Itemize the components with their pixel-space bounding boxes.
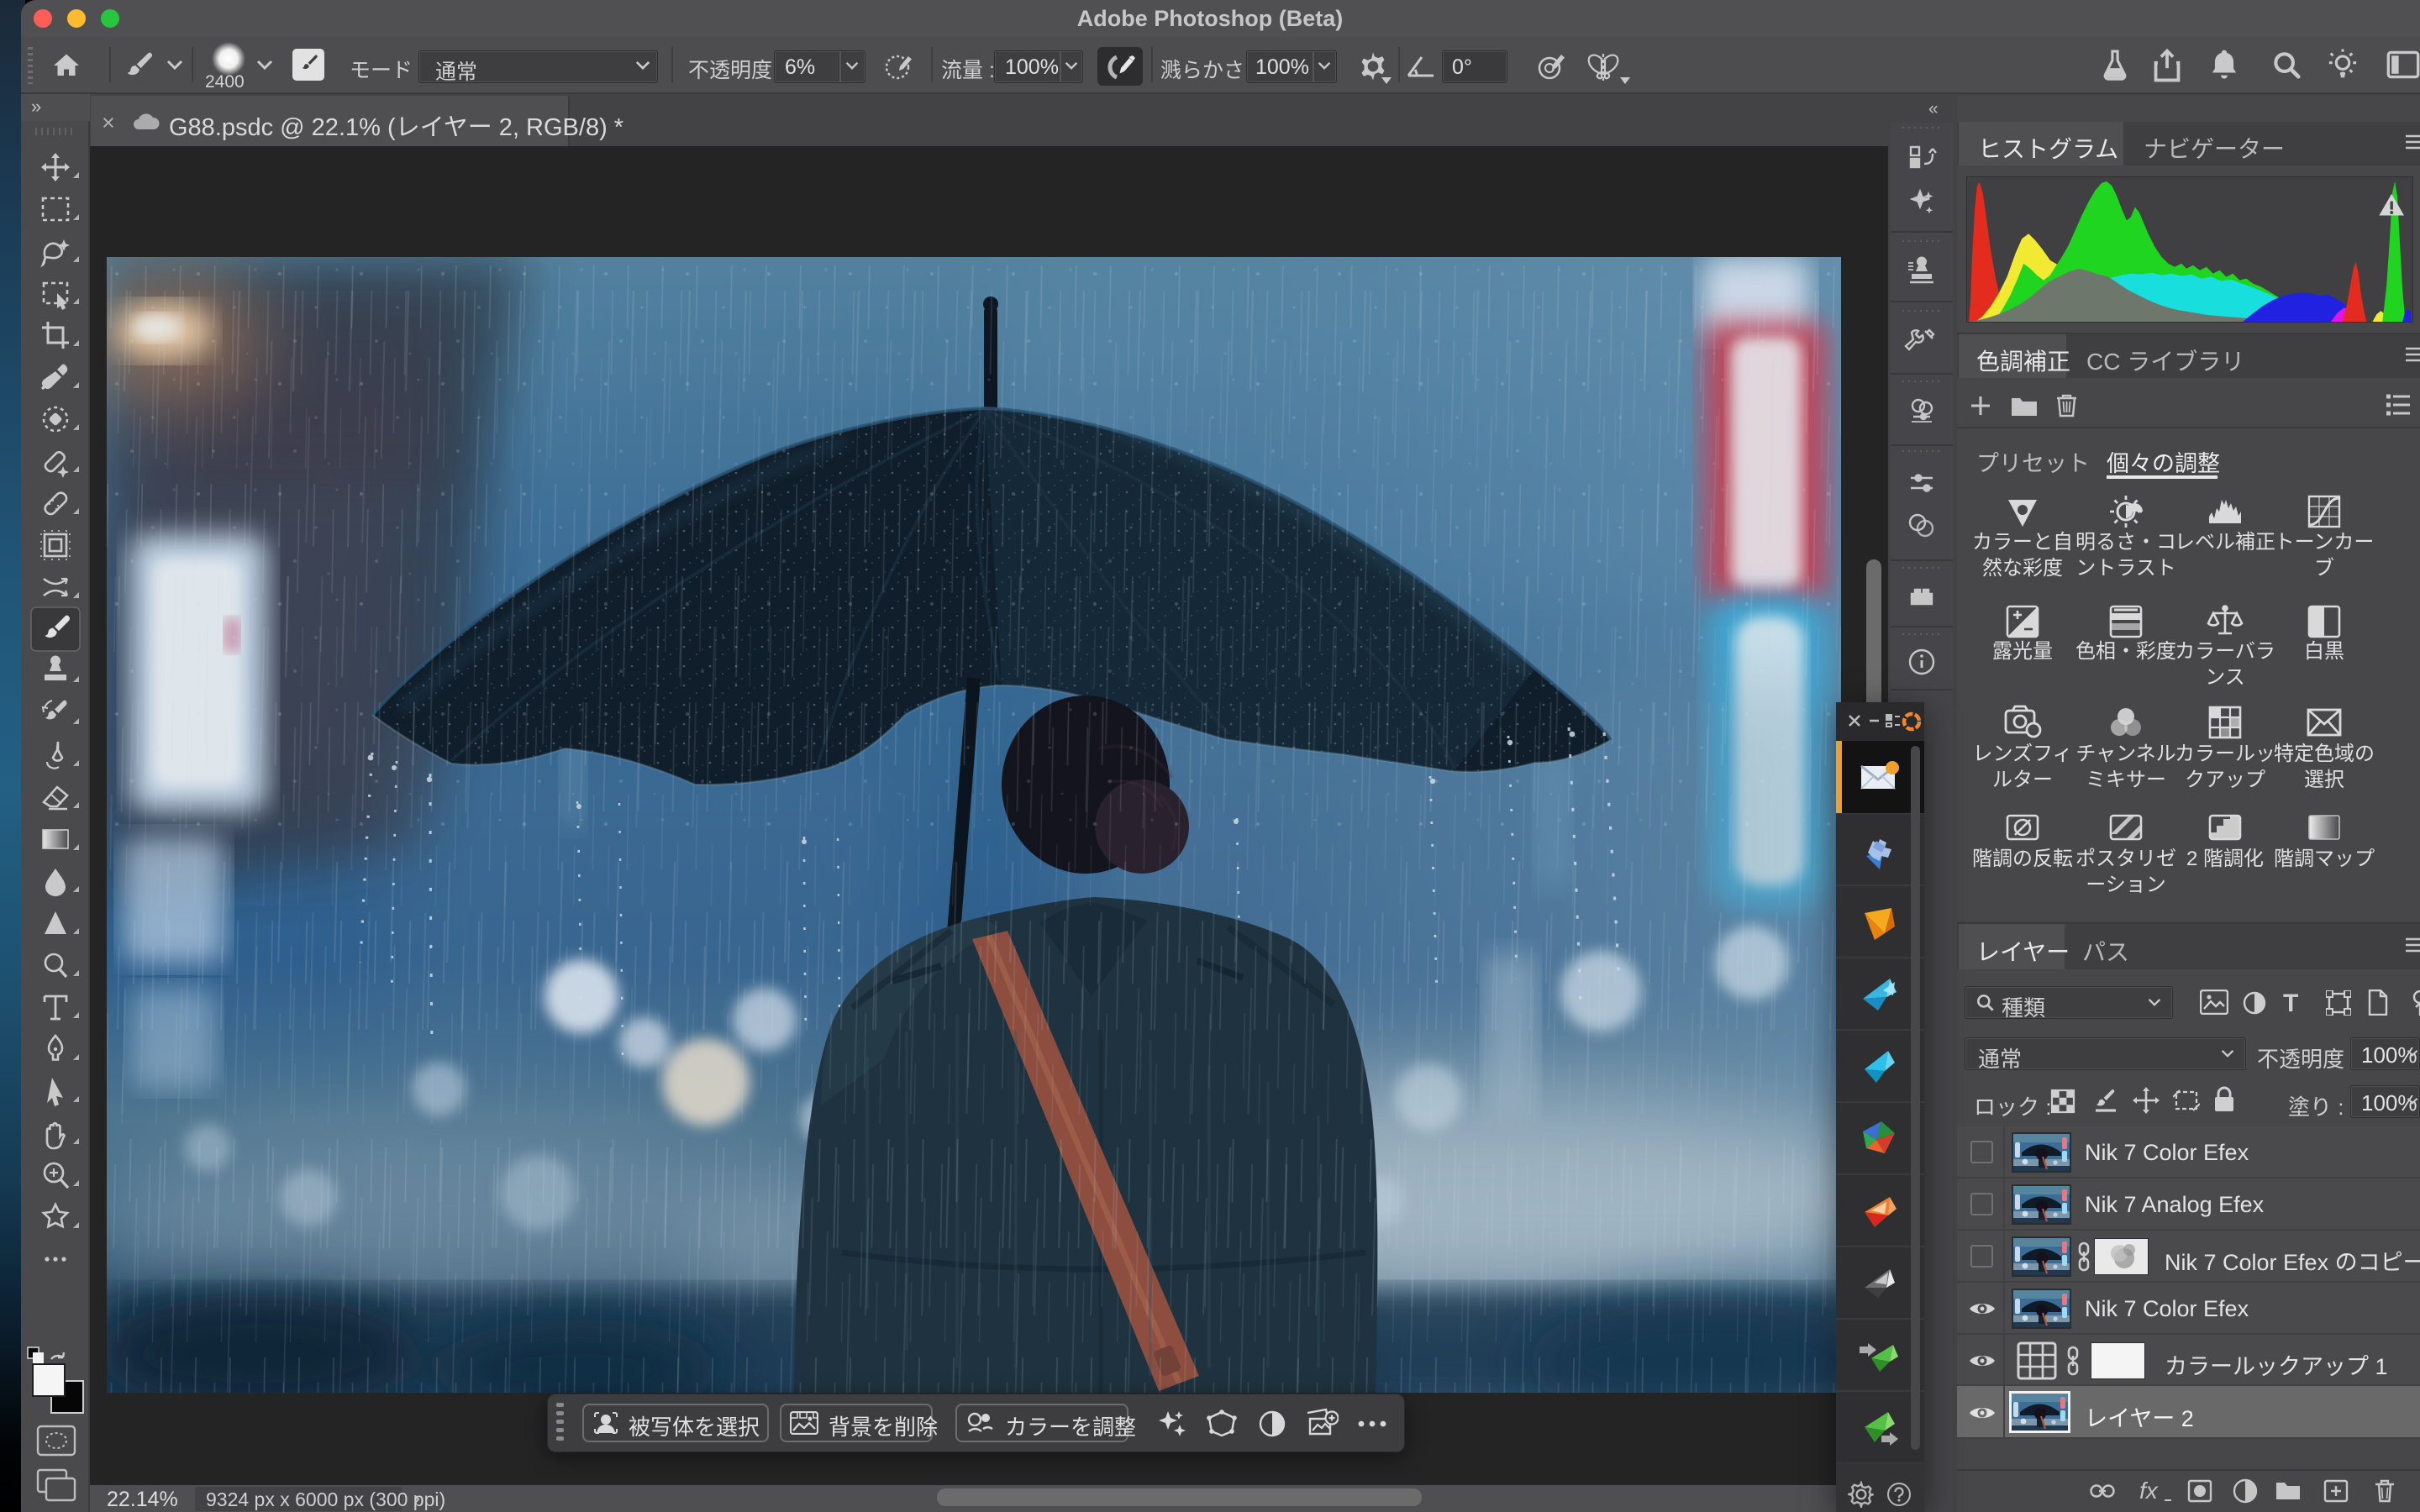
svg-text:fx: fx [2139, 1478, 2159, 1504]
